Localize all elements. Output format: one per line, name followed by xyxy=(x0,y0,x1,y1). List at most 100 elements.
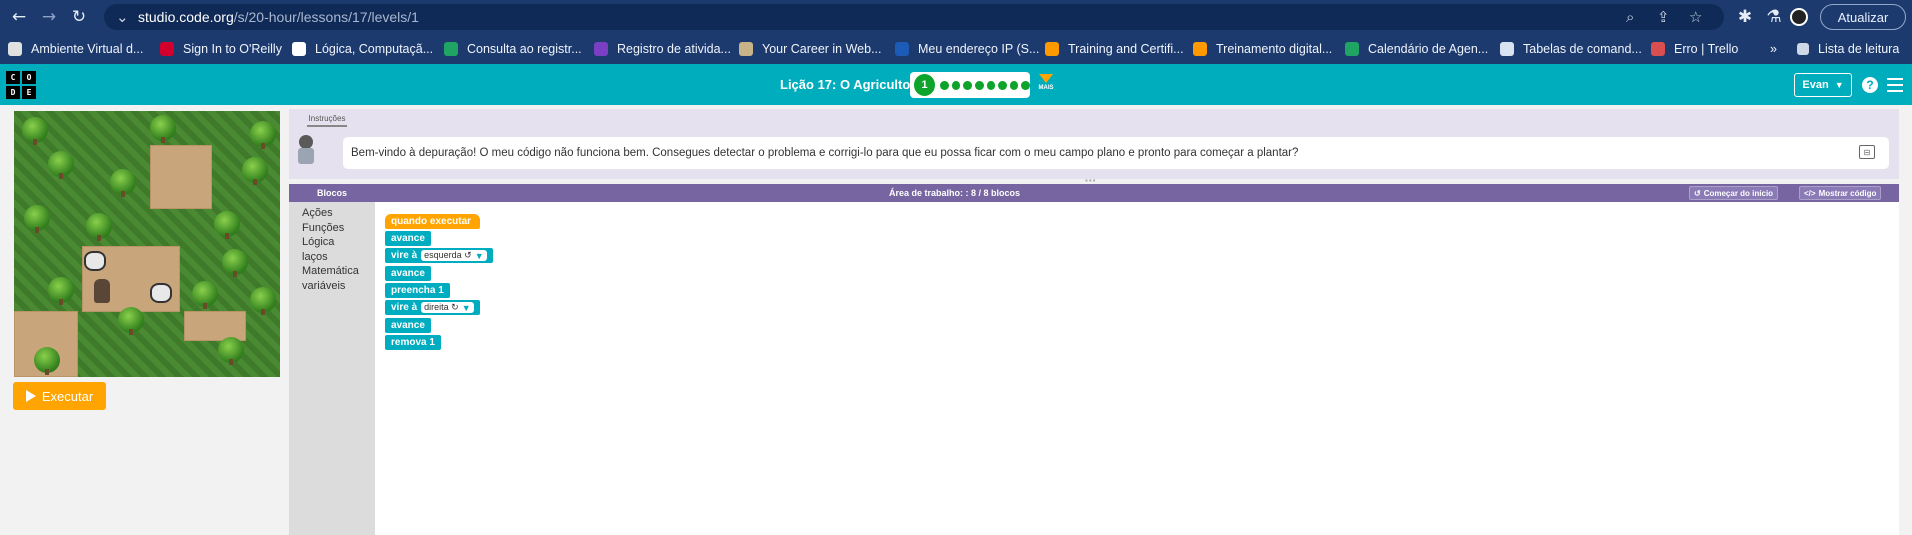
turn-left-block[interactable]: vire à esquerda ↺ ▼ xyxy=(385,248,493,263)
bookmark-item[interactable]: Consulta ao registr... xyxy=(444,34,582,64)
play-icon xyxy=(25,390,36,402)
bookmark-item[interactable]: Sign In to O'Reilly xyxy=(160,34,282,64)
level-progress[interactable]: 1 xyxy=(910,72,1030,98)
level-dot[interactable] xyxy=(986,80,996,90)
level-dot[interactable] xyxy=(998,80,1007,90)
labs-icon[interactable]: ⚗ xyxy=(1763,6,1785,28)
bookmark-favicon-icon xyxy=(1193,42,1207,56)
level-dot[interactable] xyxy=(1021,80,1030,90)
code-icon: </> xyxy=(1804,188,1816,198)
bookmark-item[interactable]: Ambiente Virtual d... xyxy=(8,34,143,64)
level-dot[interactable] xyxy=(974,80,984,90)
level-dot[interactable] xyxy=(1009,80,1019,90)
reading-list-button[interactable]: Lista de leitura xyxy=(1797,34,1899,64)
level-dot[interactable] xyxy=(940,80,949,90)
turn-right-block[interactable]: vire à direita ↻ ▼ xyxy=(385,300,480,315)
bookmark-label: Treinamento digital... xyxy=(1216,42,1333,56)
bookmark-favicon-icon xyxy=(895,42,909,56)
bookmark-item[interactable]: Erro | Trello xyxy=(1651,34,1738,64)
run-button[interactable]: Executar xyxy=(13,382,106,410)
move-forward-block[interactable]: avance xyxy=(385,318,431,333)
back-icon[interactable]: ← xyxy=(8,6,30,28)
toolbox-category-math[interactable]: Matemática xyxy=(302,264,359,279)
toolbox-category-loops[interactable]: laços xyxy=(302,250,359,265)
tree-icon xyxy=(250,287,276,315)
when-run-block[interactable]: quando executar xyxy=(385,214,480,229)
tree-icon xyxy=(218,337,244,365)
lesson-title[interactable]: Lição 17: O Agricultor 3 xyxy=(780,77,926,92)
bookmark-item[interactable]: Training and Certifi... xyxy=(1045,34,1184,64)
current-level-bubble[interactable]: 1 xyxy=(914,74,936,96)
block-workspace[interactable]: quando executar avance vire à esquerda ↺… xyxy=(375,202,1899,535)
zoom-icon[interactable]: ⌕ xyxy=(1626,8,1634,26)
bookmark-label: Lógica, Computaçã... xyxy=(315,42,434,56)
bookmark-favicon-icon xyxy=(1500,42,1514,56)
block-label: vire à xyxy=(391,250,418,261)
site-info-icon[interactable]: ⌄ xyxy=(116,8,129,26)
level-dot[interactable] xyxy=(951,80,961,90)
hamburger-menu-icon[interactable] xyxy=(1887,78,1903,92)
dirt-patch xyxy=(184,311,246,341)
bookmark-favicon-icon xyxy=(1045,42,1059,56)
toolbox-category-functions[interactable]: Funções xyxy=(302,221,359,236)
workspace-block-count: Área de trabalho: : 8 / 8 blocos xyxy=(889,188,1021,198)
address-bar[interactable]: ⌄ studio.code.org/s/20-hour/lessons/17/l… xyxy=(104,4,1724,30)
block-label: vire à xyxy=(391,302,418,313)
bookmark-item[interactable]: Lógica, Computaçã... xyxy=(292,34,433,64)
logo-letter: O xyxy=(22,71,36,84)
bookmark-label: Registro de ativida... xyxy=(617,42,731,56)
direction-dropdown[interactable]: esquerda ↺ ▼ xyxy=(421,250,487,261)
more-label: MAIS xyxy=(1038,85,1054,91)
bookmark-item[interactable]: Treinamento digital... xyxy=(1193,34,1332,64)
url-text[interactable]: studio.code.org/s/20-hour/lessons/17/lev… xyxy=(138,9,419,25)
show-code-button[interactable]: </> Mostrar código xyxy=(1799,186,1882,200)
tab-instructions[interactable]: Instruções xyxy=(307,111,347,127)
bookmark-favicon-icon xyxy=(444,42,458,56)
show-code-label: Mostrar código xyxy=(1818,188,1877,198)
undo-icon: ↺ xyxy=(1694,188,1701,198)
workspace-header: Blocos Área de trabalho: : 8 / 8 blocos … xyxy=(289,184,1899,202)
caret-down-icon: ▼ xyxy=(1834,80,1844,90)
profile-avatar[interactable] xyxy=(1790,8,1808,26)
help-icon[interactable]: ? xyxy=(1862,77,1878,93)
instructions-bubble: Bem-vindo à depuração! O meu código não … xyxy=(343,137,1889,169)
bookmark-item[interactable]: Registro de ativida... xyxy=(594,34,731,64)
move-forward-block[interactable]: avance xyxy=(385,266,431,281)
logo-letter: E xyxy=(22,86,36,99)
user-menu-button[interactable]: Evan ▼ xyxy=(1794,73,1852,97)
extensions-icon[interactable]: ✱ xyxy=(1734,6,1756,28)
more-levels-toggle[interactable]: MAIS xyxy=(1035,72,1057,98)
bookmark-item[interactable]: Meu endereço IP (S... xyxy=(895,34,1039,64)
fill-block[interactable]: preencha 1 xyxy=(385,283,450,298)
collapse-instructions-icon[interactable]: ⊟ xyxy=(1859,145,1875,159)
more-bookmarks-icon[interactable]: » xyxy=(1770,34,1777,64)
bookmark-label: Erro | Trello xyxy=(1674,42,1739,56)
toolbox-category-actions[interactable]: Ações xyxy=(302,206,359,221)
update-button[interactable]: Atualizar xyxy=(1820,4,1906,30)
share-icon[interactable]: ⇪ xyxy=(1657,8,1670,26)
level-dot[interactable] xyxy=(963,80,972,90)
tree-icon xyxy=(242,157,268,185)
bookmark-item[interactable]: Your Career in Web... xyxy=(739,34,882,64)
code-org-logo[interactable]: C O D E xyxy=(6,71,36,99)
bookmark-favicon-icon xyxy=(1651,42,1665,56)
dropdown-arrow-icon: ▼ xyxy=(474,250,484,261)
remove-block[interactable]: remova 1 xyxy=(385,335,441,350)
game-canvas xyxy=(14,111,280,377)
bookmark-item[interactable]: Calendário de Agen... xyxy=(1345,34,1488,64)
logo-letter: C xyxy=(6,71,20,84)
reload-icon[interactable]: ↻ xyxy=(68,6,90,28)
tree-icon xyxy=(86,213,112,241)
bookmark-item[interactable]: Tabelas de comand... xyxy=(1500,34,1642,64)
toolbox-category-variables[interactable]: variáveis xyxy=(302,279,359,294)
cow-icon xyxy=(84,251,106,271)
forward-icon[interactable]: → xyxy=(38,6,60,28)
direction-dropdown[interactable]: direita ↻ ▼ xyxy=(421,302,474,313)
dropdown-value: direita ↻ xyxy=(424,302,459,312)
bookmark-label: Ambiente Virtual d... xyxy=(31,42,144,56)
caret-down-icon xyxy=(1039,74,1053,83)
star-icon[interactable]: ☆ xyxy=(1689,8,1702,26)
toolbox-category-logic[interactable]: Lógica xyxy=(302,235,359,250)
move-forward-block[interactable]: avance xyxy=(385,231,431,246)
start-over-button[interactable]: ↺ Começar do início xyxy=(1689,186,1779,200)
